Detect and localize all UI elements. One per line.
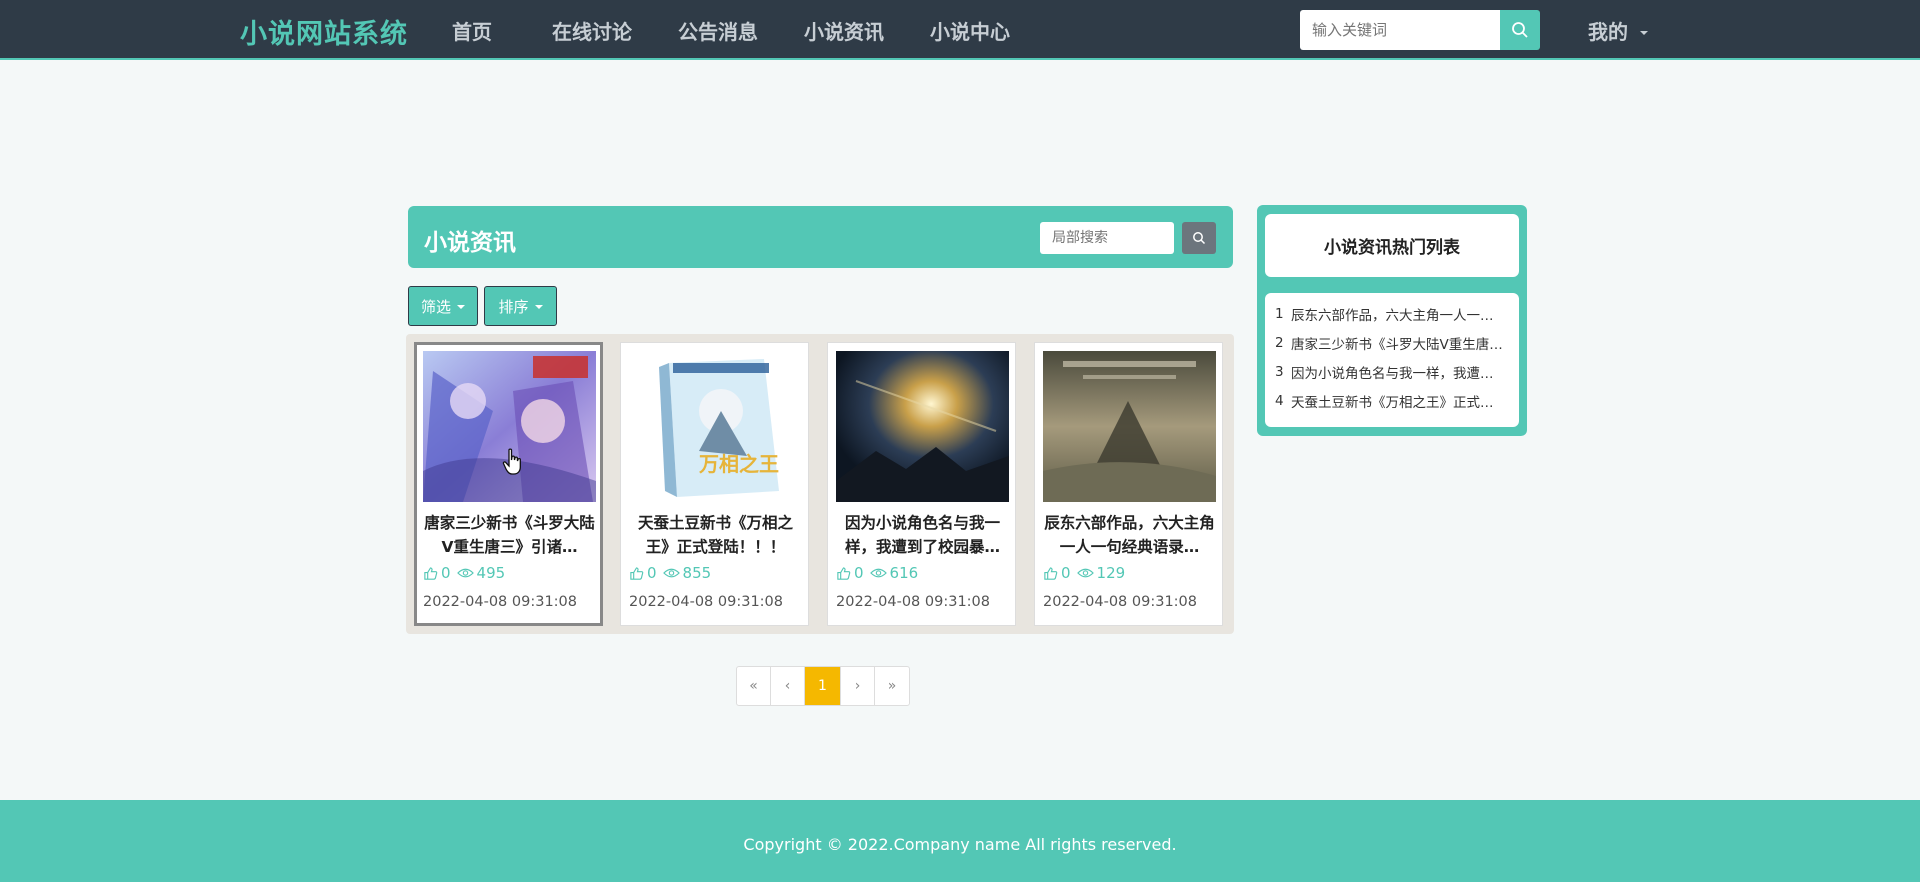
news-cover-image: 万相之王	[629, 351, 802, 502]
hot-list: 1 辰东六部作品，六大主角一人一… 2 唐家三少新书《斗罗大陆V重生唐… 3 因…	[1265, 293, 1519, 427]
svg-text:万相之王: 万相之王	[698, 452, 779, 476]
news-card[interactable]: 辰东六部作品，六大主角一人一句经典语录… 0 129 2022-04-08 09…	[1034, 342, 1223, 626]
news-cover-image	[423, 351, 596, 502]
news-date: 2022-04-08 09:31:08	[423, 594, 577, 610]
nav-link-home[interactable]: 首页	[452, 16, 492, 45]
page-first-button[interactable]: «	[737, 667, 771, 705]
search-icon	[1512, 22, 1528, 38]
hot-list-text: 唐家三少新书《斗罗大陆V重生唐…	[1291, 336, 1503, 353]
page-current-button[interactable]: 1	[805, 667, 841, 705]
eye-icon	[456, 568, 474, 578]
hot-list-item[interactable]: 2 唐家三少新书《斗罗大陆V重生唐…	[1265, 328, 1519, 357]
hot-list-title: 小说资讯热门列表	[1265, 214, 1519, 277]
news-date: 2022-04-08 09:31:08	[1043, 594, 1197, 610]
news-card[interactable]: 万相之王 天蚕土豆新书《万相之王》正式登陆！！！ 0 855 2022-04-0…	[620, 342, 809, 626]
eye-icon	[662, 568, 680, 578]
nav-link-announcements[interactable]: 公告消息	[678, 16, 758, 45]
thumbs-up-icon	[424, 566, 438, 580]
news-card-grid: 唐家三少新书《斗罗大陆V重生唐三》引诸… 0 495 2022-04-08 09…	[406, 334, 1234, 634]
hot-list-item[interactable]: 4 天蚕土豆新书《万相之王》正式…	[1265, 386, 1519, 415]
hot-list-text: 因为小说角色名与我一样，我遭…	[1291, 365, 1494, 382]
news-title: 因为小说角色名与我一样，我遭到了校园暴…	[844, 514, 1000, 556]
section-header: 小说资讯	[408, 206, 1233, 268]
hot-list-index: 4	[1275, 392, 1284, 409]
hand-cursor-icon	[502, 448, 521, 475]
caret-down-icon	[534, 304, 543, 309]
top-navbar: 小说网站系统 首页 在线讨论 公告消息 小说资讯 小说中心 我的	[0, 0, 1920, 60]
hot-list-item[interactable]: 1 辰东六部作品，六大主角一人一…	[1265, 299, 1519, 328]
news-card[interactable]: 因为小说角色名与我一样，我遭到了校园暴… 0 616 2022-04-08 09…	[827, 342, 1016, 626]
news-title: 辰东六部作品，六大主角一人一句经典语录…	[1044, 514, 1215, 556]
news-stats: 0 616	[836, 564, 924, 582]
nav-link-discussion[interactable]: 在线讨论	[552, 16, 632, 45]
news-date: 2022-04-08 09:31:08	[629, 594, 783, 610]
eye-icon	[869, 568, 887, 578]
news-cover-image	[1043, 351, 1216, 502]
hot-list-index: 1	[1275, 305, 1284, 322]
like-count: 0	[647, 564, 657, 582]
view-count: 855	[682, 564, 712, 582]
like-count: 0	[854, 564, 864, 582]
news-title: 唐家三少新书《斗罗大陆V重生唐三》引诸…	[424, 514, 595, 556]
news-card[interactable]: 唐家三少新书《斗罗大陆V重生唐三》引诸… 0 495 2022-04-08 09…	[414, 342, 603, 626]
user-menu[interactable]: 我的	[1588, 16, 1648, 45]
page-next-button[interactable]: ›	[841, 667, 875, 705]
caret-down-icon	[457, 304, 465, 309]
top-search-input[interactable]	[1300, 10, 1500, 50]
view-count: 495	[476, 564, 506, 582]
thumbs-up-icon	[1044, 566, 1058, 580]
user-menu-label: 我的	[1588, 20, 1628, 44]
like-count: 0	[1061, 564, 1071, 582]
like-count: 0	[441, 564, 451, 582]
view-count: 616	[889, 564, 919, 582]
page-footer: Copyright © 2022.Company name All rights…	[0, 800, 1920, 882]
site-brand[interactable]: 小说网站系统	[240, 12, 408, 51]
top-search	[1300, 10, 1540, 50]
footer-copyright: Copyright © 2022.Company name All rights…	[743, 834, 1177, 854]
hot-list-panel: 小说资讯热门列表 1 辰东六部作品，六大主角一人一… 2 唐家三少新书《斗罗大陆…	[1257, 205, 1527, 436]
hot-list-text: 天蚕土豆新书《万相之王》正式…	[1291, 394, 1494, 411]
section-title: 小说资讯	[424, 230, 516, 256]
page-prev-button[interactable]: ‹	[771, 667, 805, 705]
sort-label: 排序	[498, 297, 529, 316]
hot-list-index: 3	[1275, 363, 1284, 380]
eye-icon	[1076, 568, 1094, 578]
thumbs-up-icon	[630, 566, 644, 580]
local-search-button[interactable]	[1182, 222, 1216, 254]
hot-list-index: 2	[1275, 334, 1284, 351]
local-search-input[interactable]	[1040, 222, 1174, 254]
news-stats: 0 855	[629, 564, 717, 582]
news-stats: 0 129	[1043, 564, 1131, 582]
pagination: « ‹ 1 › »	[736, 666, 910, 706]
caret-down-icon	[1640, 30, 1648, 35]
view-count: 129	[1096, 564, 1126, 582]
nav-link-novel-center[interactable]: 小说中心	[930, 16, 1010, 45]
news-stats: 0 495	[423, 564, 511, 582]
page-last-button[interactable]: »	[875, 667, 909, 705]
news-cover-image	[836, 351, 1009, 502]
filter-label: 筛选	[420, 297, 451, 316]
news-title: 天蚕土豆新书《万相之王》正式登陆！！！	[637, 514, 793, 556]
hot-list-item[interactable]: 3 因为小说角色名与我一样，我遭…	[1265, 357, 1519, 386]
top-search-button[interactable]	[1500, 10, 1540, 50]
nav-links: 首页 在线讨论 公告消息 小说资讯 小说中心	[452, 16, 1056, 45]
hot-list-text: 辰东六部作品，六大主角一人一…	[1291, 307, 1494, 324]
nav-link-novel-news[interactable]: 小说资讯	[804, 16, 884, 45]
sort-dropdown-button[interactable]: 排序	[484, 286, 557, 326]
thumbs-up-icon	[837, 566, 851, 580]
filter-dropdown-button[interactable]: 筛选	[408, 286, 478, 326]
news-date: 2022-04-08 09:31:08	[836, 594, 990, 610]
search-icon	[1193, 232, 1206, 245]
